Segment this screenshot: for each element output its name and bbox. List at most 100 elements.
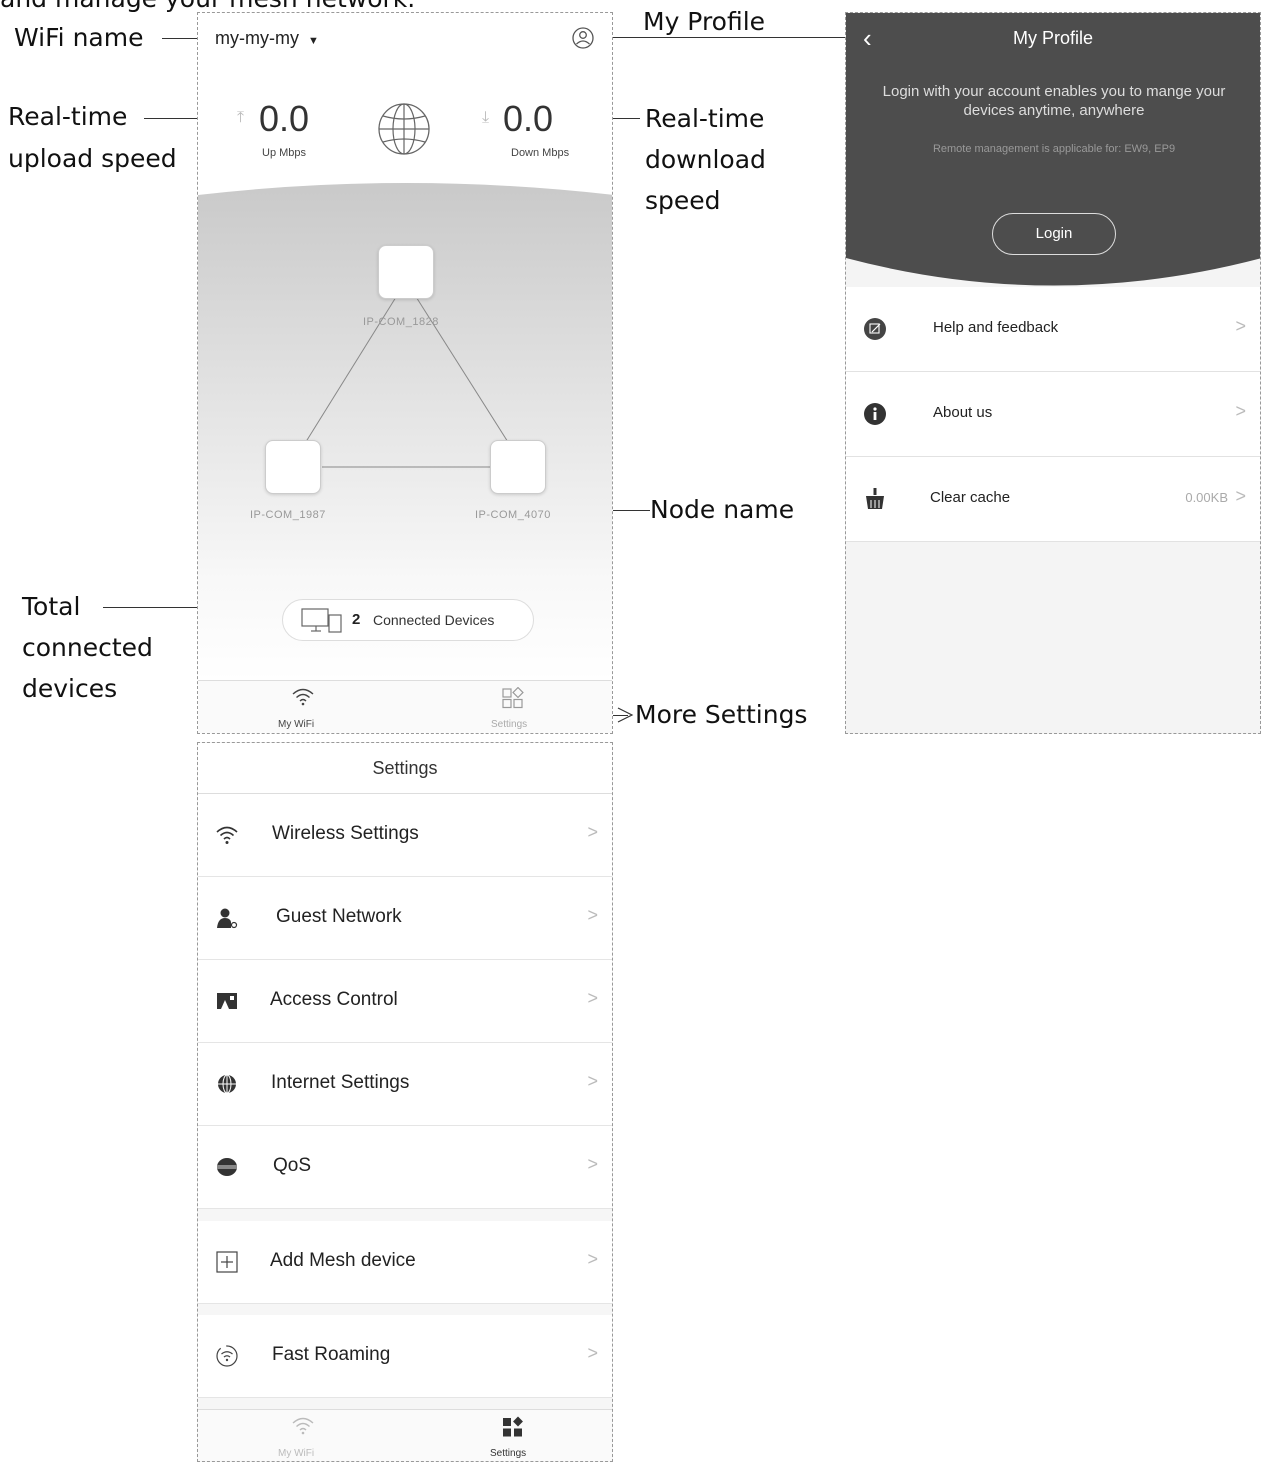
chevron-right-icon: > — [587, 1071, 598, 1091]
tab-bar: My WiFi Settings — [198, 1409, 612, 1461]
annotation-my-profile: My Profile — [643, 7, 766, 36]
annotation-total-3: devices — [22, 674, 118, 703]
dropdown-caret-icon: ▼ — [308, 35, 319, 47]
settings-row-fast-roaming[interactable]: Fast Roaming > — [198, 1315, 612, 1398]
profile-label-clear-cache: Clear cache — [930, 489, 1011, 506]
profile-row-about[interactable]: About us > — [846, 372, 1260, 457]
tab-settings-label: Settings — [491, 719, 528, 730]
wifi-icon — [292, 688, 314, 706]
download-speed: 0.0 — [503, 98, 554, 139]
devices-label: Connected Devices — [373, 612, 495, 628]
profile-title: My Profile — [1012, 28, 1093, 48]
chevron-right-icon: > — [587, 822, 598, 842]
settings-row-guest[interactable]: Guest Network > — [198, 877, 612, 960]
mesh-node-4070[interactable] — [490, 440, 546, 494]
mesh-node-1987[interactable] — [265, 440, 321, 494]
node-label-1828: IP-COM_1828 — [363, 316, 439, 328]
wifi-name-label: my-my-my — [215, 28, 299, 48]
node-label-4070: IP-COM_4070 — [475, 509, 551, 521]
profile-header-background — [846, 13, 1260, 286]
wifi-name-selector[interactable]: my-my-my ▼ — [215, 28, 319, 49]
settings-label-access-control: Access Control — [270, 989, 398, 1010]
annotation-download-1: Real-time — [645, 104, 765, 133]
devices-icon — [301, 608, 342, 633]
tab-my-wifi-label: My WiFi — [278, 719, 315, 730]
settings-row-add-mesh[interactable]: Add Mesh device > — [198, 1221, 612, 1304]
tab-my-wifi[interactable]: My WiFi — [258, 1410, 348, 1461]
my-profile-screen: ‹ My Profile Login with your account ena… — [845, 12, 1261, 734]
settings-screen: Settings Wireless Settings > Guest Netwo… — [197, 742, 613, 1462]
tab-settings[interactable]: Settings — [468, 1410, 558, 1461]
settings-row-wireless[interactable]: Wireless Settings > — [198, 794, 612, 877]
upload-unit: Up Mbps — [262, 147, 307, 159]
wifi-icon — [292, 1417, 314, 1435]
device-count: 2 — [352, 611, 361, 628]
download-arrow-icon: ⤓ — [482, 109, 490, 126]
cache-size: 0.00KB — [1185, 490, 1228, 505]
access-control-icon — [217, 993, 237, 1009]
login-button[interactable]: Login — [992, 213, 1116, 255]
remote-note: Remote management is applicable for: EW9… — [932, 143, 1176, 155]
chevron-right-icon: > — [587, 905, 598, 925]
settings-label-wireless: Wireless Settings — [272, 823, 419, 844]
profile-row-clear-cache[interactable]: Clear cache 0.00KB > — [846, 457, 1260, 542]
annotation-more-settings: More Settings — [635, 700, 808, 729]
upload-speed: 0.0 — [259, 98, 310, 139]
annotation-line-profile — [600, 37, 850, 38]
guest-icon — [217, 908, 238, 929]
my-wifi-screen: my-my-my ▼ ⤒ 0.0 Up Mbps ⤓ 0.0 Down Mbps — [197, 12, 613, 734]
profile-row-help[interactable]: Help and feedback > — [846, 287, 1260, 372]
speed-panel: ⤒ 0.0 Up Mbps ⤓ 0.0 Down Mbps — [198, 65, 612, 195]
settings-grid-icon — [502, 687, 524, 709]
upload-arrow-icon: ⤒ — [237, 109, 245, 126]
chevron-right-icon: > — [1235, 316, 1246, 336]
broom-icon — [866, 488, 884, 509]
chevron-right-icon: > — [1235, 486, 1246, 506]
chevron-right-icon: > — [587, 1249, 598, 1269]
annotation-upload-2: upload speed — [8, 144, 177, 173]
annotation-download-2: download — [645, 145, 766, 174]
chevron-right-icon: > — [587, 988, 598, 1008]
node-label-1987: IP-COM_1987 — [250, 509, 326, 521]
globe-icon — [218, 1074, 236, 1094]
main-header: my-my-my ▼ — [198, 13, 612, 66]
settings-label-qos: QoS — [273, 1155, 312, 1176]
settings-label-guest: Guest Network — [276, 906, 402, 927]
settings-label-add-mesh: Add Mesh device — [270, 1250, 416, 1271]
feedback-icon — [864, 318, 886, 340]
tab-settings[interactable]: Settings — [468, 681, 558, 733]
chevron-right-icon: > — [587, 1154, 598, 1174]
chevron-right-icon: > — [1235, 401, 1246, 421]
annotation-total-2: connected — [22, 633, 153, 662]
tab-bar: My WiFi Settings — [198, 680, 612, 733]
wifi-icon — [216, 826, 238, 844]
profile-icon[interactable] — [572, 27, 594, 49]
tab-my-wifi[interactable]: My WiFi — [258, 681, 348, 733]
mesh-links — [293, 280, 521, 468]
info-icon — [864, 403, 886, 425]
annotation-total-1: Total — [22, 592, 81, 621]
chevron-right-icon: > — [587, 1343, 598, 1363]
settings-label-fast-roaming: Fast Roaming — [272, 1344, 391, 1365]
download-unit: Down Mbps — [511, 147, 570, 159]
profile-label-help: Help and feedback — [933, 319, 1059, 336]
profile-header: ‹ My Profile Login with your account ena… — [846, 13, 1260, 303]
add-icon — [216, 1251, 238, 1273]
annotation-wifi-name: WiFi name — [14, 23, 144, 52]
settings-row-access-control[interactable]: Access Control > — [198, 960, 612, 1043]
roaming-icon — [216, 1345, 238, 1367]
qos-icon — [217, 1158, 237, 1176]
settings-row-qos[interactable]: QoS > — [198, 1126, 612, 1209]
settings-grid-icon — [503, 1416, 523, 1437]
globe-icon — [378, 103, 430, 155]
settings-row-internet[interactable]: Internet Settings > — [198, 1043, 612, 1126]
mesh-node-1828[interactable] — [378, 245, 434, 299]
login-message: Login with your account enables you to m… — [882, 83, 1226, 119]
settings-label-internet: Internet Settings — [271, 1072, 410, 1093]
annotation-arrow-icon — [617, 707, 634, 723]
settings-title: Settings — [198, 743, 612, 794]
profile-label-about: About us — [933, 404, 993, 421]
annotation-download-3: speed — [645, 186, 721, 215]
connected-devices-button[interactable]: 2 Connected Devices — [282, 599, 534, 641]
annotation-node-name: Node name — [650, 495, 795, 524]
